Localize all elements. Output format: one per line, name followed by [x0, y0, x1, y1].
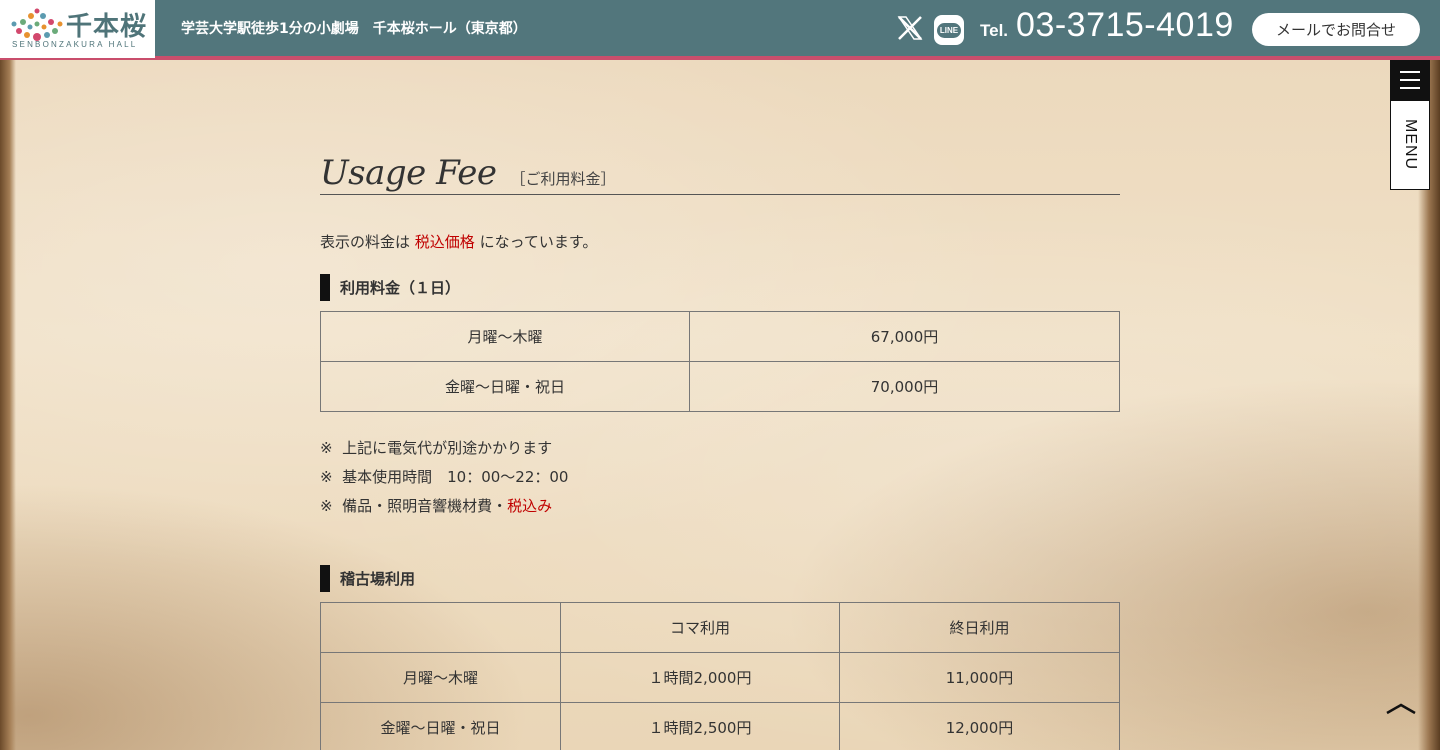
table-cell-day: 金曜〜日曜・祝日: [320, 361, 690, 412]
section-title-ja: ［ご利用料金］: [510, 170, 616, 188]
site-tagline: 学芸大学駅徒歩1分の小劇場 千本桜ホール（東京都）: [181, 21, 527, 37]
table-row: 金曜〜日曜・祝日 １時間2,500円 12,000円: [320, 702, 1120, 750]
phone-number[interactable]: Tel. 03-3715-4019: [980, 6, 1234, 45]
table-cell-day: 金曜〜日曜・祝日: [320, 702, 561, 750]
table-header-blank: [320, 602, 561, 653]
site-logo[interactable]: 千本桜 SENBONZAKURA HALL: [0, 0, 155, 58]
menu-button[interactable]: MENU: [1390, 100, 1430, 190]
daily-fee-heading: 利用料金（１日）: [320, 274, 1120, 301]
note-item: ※ 備品・照明音響機材費・税込み: [320, 492, 1120, 521]
note-item: ※ 基本使用時間 10：00〜22：00: [320, 468, 569, 486]
social-links: LINE: [896, 14, 964, 46]
menu-hamburger-icon[interactable]: [1390, 60, 1430, 100]
daily-fee-table: 月曜〜木曜 67,000円 金曜〜日曜・祝日 70,000円: [320, 311, 1120, 412]
line-icon[interactable]: LINE: [934, 15, 964, 45]
tax-note: 表示の料金は 税込価格 になっています。: [320, 231, 1120, 252]
tax-note-highlight: 税込価格: [414, 233, 475, 251]
section-heading: Usage Fee ［ご利用料金］: [320, 145, 1120, 195]
logo-text: 千本桜: [66, 12, 148, 42]
chevron-up-icon: [1386, 703, 1416, 715]
rehearsal-heading-label: 稽古場利用: [340, 570, 416, 588]
table-cell-price: 70,000円: [689, 361, 1120, 412]
table-row: 月曜〜木曜 １時間2,000円 11,000円: [320, 652, 1120, 703]
main-content: Usage Fee ［ご利用料金］ 表示の料金は 税込価格 になっています。 利…: [320, 145, 1120, 750]
note-item: ※ 上記に電気代が別途かかります: [320, 439, 553, 457]
heading-bar: [320, 565, 330, 592]
tel-label: Tel.: [980, 21, 1009, 40]
logo-sun-icon: [11, 8, 63, 41]
fee-notes: ※ 上記に電気代が別途かかります ※ 基本使用時間 10：00〜22：00 ※ …: [320, 434, 1120, 521]
line-icon-label: LINE: [936, 22, 962, 38]
section-title-en: Usage Fee: [320, 153, 497, 193]
table-row: 月曜〜木曜 67,000円: [320, 311, 1120, 362]
menu-label: MENU: [1402, 119, 1419, 171]
table-cell-price: 67,000円: [689, 311, 1120, 362]
site-header: 千本桜 SENBONZAKURA HALL 学芸大学駅徒歩1分の小劇場 千本桜ホ…: [0, 0, 1440, 60]
table-cell-allday: 12,000円: [839, 702, 1120, 750]
mail-contact-button[interactable]: メールでお問合せ: [1252, 13, 1420, 46]
tax-note-prefix: 表示の料金は: [320, 233, 415, 251]
table-cell-koma: １時間2,500円: [560, 702, 840, 750]
logo-subtext: SENBONZAKURA HALL: [12, 40, 138, 49]
heading-bar: [320, 274, 330, 301]
table-header-koma: コマ利用: [560, 602, 840, 653]
note-item-highlight: 税込み: [507, 497, 553, 515]
x-icon: [897, 16, 923, 40]
table-header-allday: 終日利用: [839, 602, 1120, 653]
table-cell-allday: 11,000円: [839, 652, 1120, 703]
table-cell-day: 月曜〜木曜: [320, 311, 690, 362]
table-row: 金曜〜日曜・祝日 70,000円: [320, 361, 1120, 412]
rehearsal-fee-table: コマ利用 終日利用 月曜〜木曜 １時間2,000円 11,000円 金曜〜日曜・…: [320, 602, 1120, 750]
tel-number: 03-3715-4019: [1016, 6, 1234, 44]
tax-note-suffix: になっています。: [474, 233, 598, 251]
table-header-row: コマ利用 終日利用: [320, 602, 1120, 653]
x-link[interactable]: [896, 14, 924, 46]
rehearsal-heading: 稽古場利用: [320, 565, 1120, 592]
back-to-top-button[interactable]: [1385, 700, 1417, 720]
table-cell-koma: １時間2,000円: [560, 652, 840, 703]
daily-fee-heading-label: 利用料金（１日）: [340, 279, 461, 297]
table-cell-day: 月曜〜木曜: [320, 652, 561, 703]
note-item-prefix: ※ 備品・照明音響機材費・: [320, 497, 508, 515]
